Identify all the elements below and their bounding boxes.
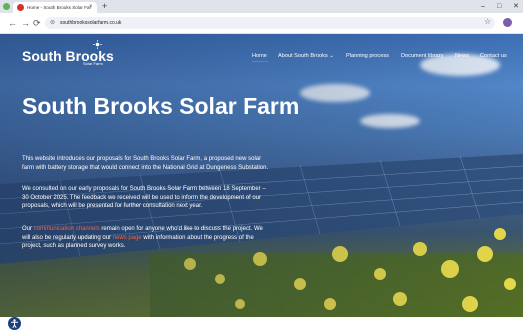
back-icon[interactable]: ← — [8, 17, 17, 29]
maximize-button[interactable]: □ — [497, 0, 501, 13]
hero-overlay — [0, 34, 523, 317]
nav-news[interactable]: News — [455, 52, 469, 60]
browser-tab[interactable]: Home - South Brooks Solar Far × — [13, 2, 97, 13]
favicon-icon — [17, 4, 24, 11]
star-icon[interactable]: ☆ — [484, 16, 491, 28]
accessibility-button[interactable] — [8, 317, 21, 330]
forward-icon[interactable]: → — [21, 17, 30, 29]
tab-close-icon[interactable]: × — [89, 2, 93, 12]
page-title: South Brooks Solar Farm — [22, 93, 300, 119]
tab-search-icon[interactable] — [3, 3, 10, 10]
browser-tabstrip: Home - South Brooks Solar Far × + – □ ✕ — [0, 0, 523, 13]
nav-planning-process[interactable]: Planning process — [346, 52, 389, 60]
news-page-link[interactable]: news page — [113, 235, 142, 241]
close-window-button[interactable]: ✕ — [513, 0, 519, 13]
address-bar[interactable]: ⊜ southbrookssolarfarm.co.uk — [45, 17, 495, 29]
nav-document-library[interactable]: Document library — [401, 52, 443, 60]
minimize-button[interactable]: – — [481, 0, 485, 13]
url-text[interactable]: southbrookssolarfarm.co.uk — [60, 17, 121, 29]
updates-text: Our — [22, 226, 34, 232]
nav-active-indicator — [252, 61, 268, 62]
intro-paragraph: This website introduces our proposals fo… — [22, 156, 269, 171]
hero-section — [0, 34, 523, 317]
reload-icon[interactable]: ⟳ — [33, 17, 41, 29]
nav-about[interactable]: About South Brooks ⌄ — [278, 52, 334, 60]
nav-contact-us[interactable]: Contact us — [480, 52, 507, 60]
communication-channels-link[interactable]: communication channels — [34, 226, 100, 232]
nav-home[interactable]: Home — [252, 52, 267, 60]
accessibility-icon — [11, 319, 18, 329]
updates-paragraph: Our communication channels remain open f… — [22, 225, 272, 251]
consultation-paragraph: We consulted on our early proposals for … — [22, 186, 266, 210]
tab-title: Home - South Brooks Solar Far — [27, 5, 92, 10]
logo-subtitle: Solar Farm — [83, 61, 103, 66]
site-info-icon[interactable]: ⊜ — [50, 17, 55, 29]
profile-avatar[interactable] — [503, 18, 512, 27]
browser-toolbar: ← → ⟳ ⊜ southbrookssolarfarm.co.uk ☆ — [0, 13, 523, 34]
logo-mark-icon — [93, 40, 102, 49]
new-tab-button[interactable]: + — [102, 0, 107, 12]
